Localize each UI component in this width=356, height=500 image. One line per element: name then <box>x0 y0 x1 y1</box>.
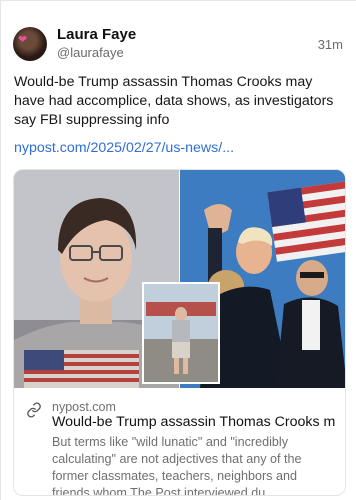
heart-icon: ❤ <box>18 34 28 46</box>
link-icon <box>27 402 41 418</box>
preview-meta: nypost.com Would-be Trump assassin Thoma… <box>14 388 345 496</box>
post-time[interactable]: 31m <box>318 37 343 52</box>
preview-domain: nypost.com <box>52 400 116 414</box>
preview-image-inset <box>142 282 220 384</box>
author-name[interactable]: Laura Faye <box>57 26 136 43</box>
post-card: ❤ Laura Faye @laurafaye 31m Would-be Tru… <box>0 0 356 500</box>
avatar[interactable]: ❤ <box>13 27 47 61</box>
preview-title[interactable]: Would-be Trump assassin Thomas Crooks ma… <box>52 414 336 430</box>
link-preview-card[interactable]: nypost.com Would-be Trump assassin Thoma… <box>13 169 346 496</box>
author-handle[interactable]: @laurafaye <box>57 45 124 60</box>
preview-description: But terms like "wild lunatic" and "incre… <box>52 435 302 496</box>
post-text: Would-be Trump assassin Thomas Crooks ma… <box>14 74 334 128</box>
post-link[interactable]: nypost.com/2025/02/27/us-news/... <box>14 140 234 156</box>
